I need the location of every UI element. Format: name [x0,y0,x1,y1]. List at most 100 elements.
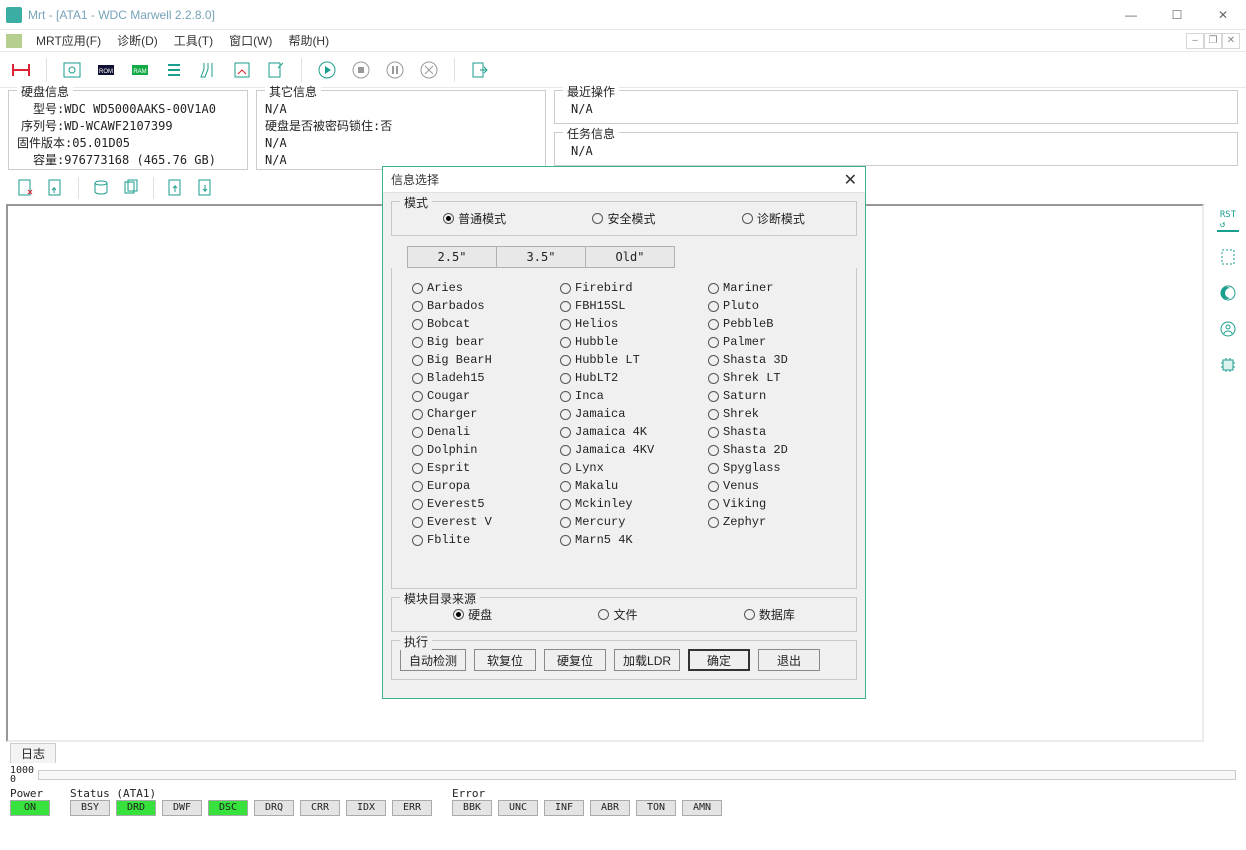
family-radio[interactable]: Shrek LT [708,370,836,386]
mdi-minimize[interactable]: – [1186,33,1204,49]
family-radio[interactable]: Firebird [560,280,688,296]
family-radio[interactable]: Shasta [708,424,836,440]
source-radio-1[interactable]: 文件 [598,606,637,623]
pause-icon[interactable] [382,57,408,83]
tool-bracket-icon[interactable] [8,57,34,83]
moon-icon[interactable] [1217,282,1239,304]
family-radio[interactable]: Jamaica 4K [560,424,688,440]
size-tab-1[interactable]: 3.5" [496,246,586,268]
family-radio[interactable]: Makalu [560,478,688,494]
family-radio[interactable]: Shrek [708,406,836,422]
source-radio-2[interactable]: 数据库 [744,606,795,623]
tool-disk-icon[interactable] [59,57,85,83]
family-radio[interactable]: HubLT2 [560,370,688,386]
bracket-icon[interactable] [1217,246,1239,268]
source-radio-0[interactable]: 硬盘 [453,606,492,623]
tool-ram-icon[interactable]: RAM [127,57,153,83]
family-radio[interactable]: Barbados [412,298,540,314]
family-radio[interactable]: Helios [560,316,688,332]
mdi-close[interactable]: ✕ [1222,33,1240,49]
close-button[interactable]: ✕ [1200,0,1246,30]
doc-save-icon[interactable] [44,176,68,200]
family-radio[interactable]: Bobcat [412,316,540,332]
exec-button-2[interactable]: 硬复位 [544,649,606,671]
doc-down-icon[interactable] [194,176,218,200]
family-radio[interactable]: Mariner [708,280,836,296]
rst-icon[interactable]: RST↺ [1217,210,1239,232]
tool-list-icon[interactable] [161,57,187,83]
family-radio[interactable]: PebbleB [708,316,836,332]
cancel-icon[interactable] [416,57,442,83]
maximize-button[interactable]: ☐ [1154,0,1200,30]
copy-icon[interactable] [119,176,143,200]
family-radio[interactable]: Cougar [412,388,540,404]
error-label: Error [452,787,722,800]
size-tab-0[interactable]: 2.5" [407,246,497,268]
user-icon[interactable] [1217,318,1239,340]
family-radio[interactable]: Jamaica [560,406,688,422]
menu-diag[interactable]: 诊断(D) [111,30,164,51]
family-radio[interactable]: Hubble [560,334,688,350]
exec-button-3[interactable]: 加载LDR [614,649,680,671]
family-radio[interactable]: FBH15SL [560,298,688,314]
mode-radio-2[interactable]: 诊断模式 [742,210,805,227]
doc-del-icon[interactable] [14,176,38,200]
family-radio[interactable]: Inca [560,388,688,404]
family-radio[interactable]: Charger [412,406,540,422]
doc-up-icon[interactable] [164,176,188,200]
mode-radio-0[interactable]: 普通模式 [443,210,506,227]
play-icon[interactable] [314,57,340,83]
family-radio[interactable]: Big bear [412,334,540,350]
family-radio[interactable]: Denali [412,424,540,440]
family-radio[interactable]: Shasta 2D [708,442,836,458]
family-radio[interactable]: Dolphin [412,442,540,458]
exec-button-1[interactable]: 软复位 [474,649,536,671]
family-radio[interactable]: Saturn [708,388,836,404]
tool-wrench-icon[interactable] [195,57,221,83]
family-radio[interactable]: Mercury [560,514,688,530]
family-radio[interactable]: Venus [708,478,836,494]
family-radio[interactable]: Marn5 4K [560,532,688,548]
size-tab-2[interactable]: Old" [585,246,675,268]
family-radio[interactable]: Palmer [708,334,836,350]
export-icon[interactable] [467,57,493,83]
family-radio[interactable]: Zephyr [708,514,836,530]
minimize-button[interactable]: — [1108,0,1154,30]
family-radio[interactable]: Everest V [412,514,540,530]
family-radio[interactable]: Shasta 3D [708,352,836,368]
tool-rom-icon[interactable]: ROM [93,57,119,83]
chip-icon[interactable] [1217,354,1239,376]
family-radio[interactable]: Aries [412,280,540,296]
dialog-close-icon[interactable]: ✕ [844,170,857,190]
exec-button-4[interactable]: 确定 [688,649,750,671]
family-radio[interactable]: Jamaica 4KV [560,442,688,458]
menu-help[interactable]: 帮助(H) [282,30,335,51]
tool-script-icon[interactable] [229,57,255,83]
family-radio[interactable]: Everest5 [412,496,540,512]
status-cell-dsc: DSC [208,800,248,816]
stop-icon[interactable] [348,57,374,83]
family-radio[interactable]: Hubble LT [560,352,688,368]
family-radio[interactable]: Europa [412,478,540,494]
family-radio[interactable]: Big BearH [412,352,540,368]
exec-button-0[interactable]: 自动检测 [400,649,466,671]
other-info-panel: 其它信息 N/A 硬盘是否被密码锁住:否 N/A N/A [256,90,546,170]
mdi-restore[interactable]: ❐ [1204,33,1222,49]
family-radio[interactable]: Lynx [560,460,688,476]
mode-radio-1[interactable]: 安全模式 [592,210,655,227]
family-radio[interactable]: Spyglass [708,460,836,476]
family-radio[interactable]: Fblite [412,532,540,548]
exec-button-5[interactable]: 退出 [758,649,820,671]
family-radio[interactable]: Viking [708,496,836,512]
log-tab[interactable]: 日志 [10,743,56,763]
menu-window[interactable]: 窗口(W) [223,30,278,51]
menu-tools[interactable]: 工具(T) [168,30,219,51]
family-radio[interactable]: Pluto [708,298,836,314]
tool-edit-icon[interactable] [263,57,289,83]
family-radio[interactable]: Esprit [412,460,540,476]
family-radio[interactable]: Bladeh15 [412,370,540,386]
db-icon[interactable] [89,176,113,200]
menu-mrt[interactable]: MRT应用(F) [30,30,107,51]
scale-track[interactable] [38,770,1236,780]
family-radio[interactable]: Mckinley [560,496,688,512]
